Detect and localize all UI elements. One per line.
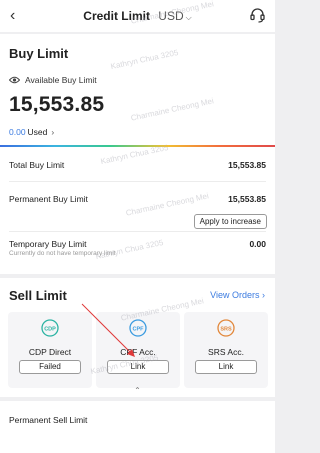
divider	[9, 231, 266, 232]
cdp-icon: CDP	[41, 319, 59, 337]
account-name: SRS Acc.	[208, 347, 244, 357]
used-value: 0.00	[9, 127, 26, 137]
view-orders-link[interactable]: View Orders ›	[210, 290, 265, 300]
link-button[interactable]: Link	[107, 360, 169, 374]
permanent-buy-limit-row: Permanent Buy Limit 15,553.85	[9, 194, 266, 204]
customer-support-icon[interactable]	[249, 7, 266, 29]
available-buy-limit-value: 15,553.85	[9, 93, 105, 116]
link-button[interactable]: Link	[195, 360, 257, 374]
buy-limit-card: Buy Limit Available Buy Limit 15,553.85 …	[0, 34, 275, 149]
eye-icon[interactable]	[9, 76, 20, 84]
temporary-limit-note: Currently do not have temporary limit	[9, 250, 116, 257]
currency-selector[interactable]: USD ⌵	[158, 9, 191, 23]
buy-limit-title: Buy Limit	[9, 46, 69, 61]
total-buy-limit-row: Total Buy Limit 15,553.85	[9, 160, 266, 170]
permanent-buy-limit-label: Permanent Buy Limit	[9, 194, 88, 204]
app-header: ‹ Credit Limit USD ⌵	[0, 0, 275, 32]
available-buy-limit-label: Available Buy Limit	[25, 75, 97, 85]
usage-progress-bar	[0, 145, 275, 147]
divider	[9, 181, 266, 182]
expand-collapse-icon[interactable]: ⌃	[0, 386, 275, 395]
srs-account[interactable]: SRS SRS Acc. Link	[184, 312, 268, 388]
temporary-buy-limit-label: Temporary Buy Limit	[9, 239, 87, 249]
currency-label: USD	[158, 9, 184, 23]
permanent-buy-limit-value: 15,553.85	[228, 194, 266, 204]
temporary-buy-limit-row: Temporary Buy Limit 0.00	[9, 239, 266, 249]
sell-limit-title: Sell Limit	[9, 288, 67, 303]
svg-text:CDP: CDP	[44, 327, 56, 333]
total-buy-limit-value: 15,553.85	[228, 160, 266, 170]
annotation-arrow	[81, 303, 135, 357]
chevron-right-icon: ›	[51, 127, 55, 137]
sell-limit-card: Sell Limit View Orders › CDP CDP Direct …	[0, 278, 275, 397]
view-orders-label: View Orders	[210, 290, 260, 300]
permanent-sell-limit-card: Permanent Sell Limit	[0, 401, 275, 453]
available-buy-limit-row: Available Buy Limit	[9, 75, 97, 85]
chevron-down-icon: ⌵	[185, 13, 192, 22]
permanent-sell-limit-label: Permanent Sell Limit	[9, 415, 88, 425]
total-buy-limit-label: Total Buy Limit	[9, 160, 65, 170]
used-link[interactable]: 0.00 Used ›	[9, 127, 54, 137]
svg-text:SRS: SRS	[220, 327, 232, 333]
buy-limit-details: Total Buy Limit 15,553.85 Permanent Buy …	[0, 149, 275, 274]
apply-to-increase-button[interactable]: Apply to increase	[193, 214, 267, 229]
failed-button[interactable]: Failed	[19, 360, 81, 374]
srs-icon: SRS	[217, 319, 235, 337]
page-title: Credit Limit	[83, 9, 150, 23]
used-label: Used	[27, 127, 48, 137]
temporary-buy-limit-value: 0.00	[249, 239, 266, 249]
header-title-area: Credit Limit USD ⌵	[0, 9, 275, 23]
